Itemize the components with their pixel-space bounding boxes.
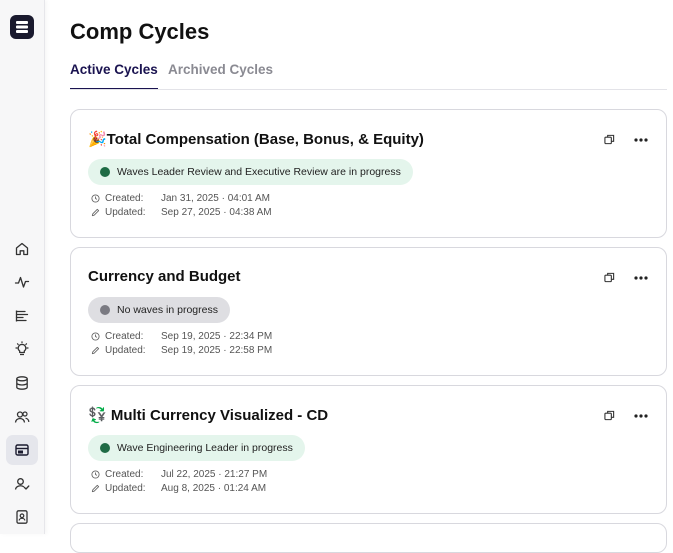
status-text: Wave Engineering Leader in progress [117,442,293,454]
updated-row: Updated: Sep 19, 2025 · 22:58 PM [91,345,272,356]
contact-card-icon [16,510,28,524]
sidebar-item-comp-cycles[interactable] [6,435,38,465]
updated-row: Updated: Aug 8, 2025 · 01:24 AM [91,483,266,494]
created-label: Created: [105,331,144,342]
duplicate-button[interactable] [602,132,617,147]
home-icon [15,242,29,256]
pencil-icon [91,346,101,356]
clock-icon [91,332,101,342]
sidebar-item-database[interactable] [6,368,38,398]
status-badge: Wave Engineering Leader in progress [88,435,305,461]
cycle-title: Currency and Budget [88,268,241,285]
tab-bar: Active Cycles Archived Cycles [70,60,667,90]
cycle-card[interactable]: 🎉Total Compensation (Base, Bonus, & Equi… [70,109,667,238]
more-horizontal-icon [633,137,648,142]
users-icon [14,411,30,423]
sidebar-item-profile[interactable] [6,469,38,499]
sidebar-item-activity[interactable] [6,267,38,297]
created-row: Created: Jan 31, 2025 · 04:01 AM [91,193,270,204]
created-row: Created: Sep 19, 2025 · 22:34 PM [91,331,272,342]
page-title: Comp Cycles [70,19,210,44]
created-label: Created: [105,193,144,204]
pulse-icon [14,276,30,288]
app-logo-icon[interactable] [10,15,34,39]
status-dot [100,443,110,453]
status-dot [100,167,110,177]
sidebar-item-reports[interactable] [6,301,38,331]
duplicate-button[interactable] [602,408,617,423]
cycle-title: 💱 Multi Currency Visualized - CD [88,407,329,424]
more-horizontal-icon [633,413,648,418]
copy-icon [604,410,615,421]
pencil-icon [91,484,101,494]
tab-archived-cycles[interactable]: Archived Cycles [168,62,273,90]
updated-label: Updated: [105,207,146,218]
created-value: Jul 22, 2025 · 21:27 PM [161,469,268,480]
sidebar-item-people[interactable] [6,402,38,432]
updated-value: Sep 27, 2025 · 04:38 AM [161,207,272,218]
sidebar-item-insights[interactable] [6,334,38,364]
sidebar-item-directory[interactable] [6,502,38,532]
created-row: Created: Jul 22, 2025 · 21:27 PM [91,469,267,480]
more-horizontal-icon [633,275,648,280]
copy-icon [604,272,615,283]
cycle-card[interactable]: Currency and Budget No waves in progress… [70,247,667,376]
duplicate-button[interactable] [602,270,617,285]
created-value: Jan 31, 2025 · 04:01 AM [161,193,270,204]
sidebar [0,0,45,534]
more-options-button[interactable] [633,408,648,423]
updated-value: Sep 19, 2025 · 22:58 PM [161,345,273,356]
status-dot [100,305,110,315]
status-text: No waves in progress [117,304,218,316]
tab-divider [70,89,667,90]
clock-icon [91,470,101,480]
cycle-card-partial[interactable] [70,523,667,553]
list-icon [15,310,29,322]
sidebar-item-home[interactable] [6,234,38,264]
created-label: Created: [105,469,144,480]
database-icon [16,376,28,390]
more-options-button[interactable] [633,132,648,147]
created-value: Sep 19, 2025 · 22:34 PM [161,331,273,342]
updated-row: Updated: Sep 27, 2025 · 04:38 AM [91,207,272,218]
pencil-icon [91,208,101,218]
updated-label: Updated: [105,345,146,356]
status-badge: No waves in progress [88,297,230,323]
clock-icon [91,194,101,204]
layout-icon [15,444,29,456]
updated-label: Updated: [105,483,146,494]
status-text: Waves Leader Review and Executive Review… [117,166,401,178]
lightbulb-icon [15,341,29,356]
cycle-title: 🎉Total Compensation (Base, Bonus, & Equi… [88,131,424,148]
more-options-button[interactable] [633,270,648,285]
updated-value: Aug 8, 2025 · 01:24 AM [161,483,267,494]
cycle-card[interactable]: 💱 Multi Currency Visualized - CD Wave En… [70,385,667,514]
status-badge: Waves Leader Review and Executive Review… [88,159,413,185]
user-check-icon [14,478,30,490]
tab-active-cycles[interactable]: Active Cycles [70,62,158,90]
copy-icon [604,134,615,145]
